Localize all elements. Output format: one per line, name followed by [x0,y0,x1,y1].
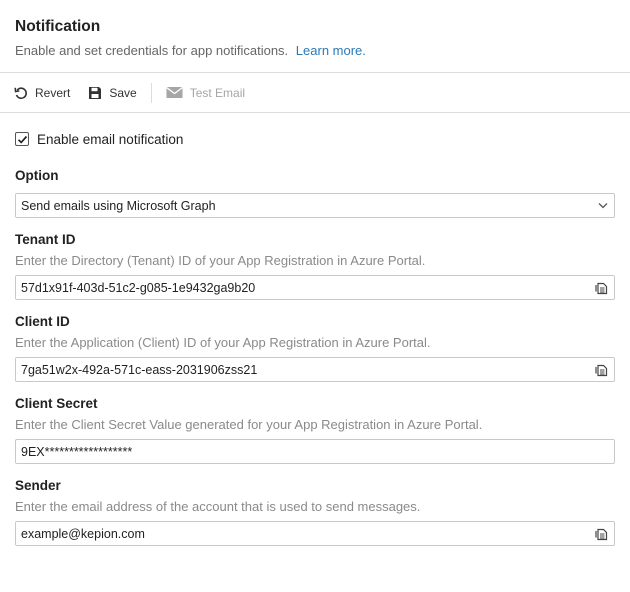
client-secret-value: 9EX****************** [21,444,133,459]
option-field: Option Send emails using Microsoft Graph [15,167,615,218]
revert-label: Revert [35,85,71,100]
save-button[interactable]: Save [88,85,137,100]
option-select[interactable]: Send emails using Microsoft Graph [15,193,615,218]
client-id-label: Client ID [15,314,70,329]
tenant-id-input[interactable]: 57d1x91f-403d-51c2-g085-1e9432ga9b20 [15,275,615,300]
page-title: Notification [15,18,101,35]
revert-button[interactable]: Revert [14,86,70,100]
copy-tenant-id-button[interactable] [594,281,608,295]
client-secret-description: Enter the Client Secret Value generated … [15,417,483,432]
option-label: Option [15,168,59,183]
copy-icon [595,282,608,294]
tenant-id-label: Tenant ID [15,232,76,247]
save-label: Save [109,85,137,100]
client-id-value: 7ga51w2x-492a-571c-eass-2031906zss21 [21,362,258,377]
client-secret-input[interactable]: 9EX****************** [15,439,615,464]
revert-icon [14,86,27,99]
learn-more-link[interactable]: Learn more. [296,43,366,58]
tenant-id-value: 57d1x91f-403d-51c2-g085-1e9432ga9b20 [21,280,256,295]
enable-email-label: Enable email notification [37,131,184,147]
enable-email-checkbox[interactable] [15,132,29,146]
page-subtitle: Enable and set credentials for app notif… [15,42,615,60]
client-secret-field: Client Secret Enter the Client Secret Va… [15,395,615,464]
save-icon [89,86,102,99]
client-secret-label: Client Secret [15,396,98,411]
copy-icon [595,528,608,540]
sender-value: example@kepion.com [21,526,145,541]
tenant-id-description: Enter the Directory (Tenant) ID of your … [15,253,426,268]
test-email-button[interactable]: Test Email [165,85,246,100]
page-header: Notification Enable and set credentials … [0,0,630,73]
sender-description: Enter the email address of the account t… [15,499,421,514]
client-id-input[interactable]: 7ga51w2x-492a-571c-eass-2031906zss21 [15,357,615,382]
sender-field: Sender Enter the email address of the ac… [15,477,615,546]
copy-client-id-button[interactable] [594,363,608,377]
toolbar: Revert Save Test Email [0,73,630,113]
tenant-id-field: Tenant ID Enter the Directory (Tenant) I… [15,231,615,300]
sender-input[interactable]: example@kepion.com [15,521,615,546]
checkmark-icon [17,135,27,144]
mail-icon [165,86,183,98]
chevron-down-icon [598,203,608,209]
client-id-description: Enter the Application (Client) ID of you… [15,335,431,350]
toolbar-separator [150,82,152,103]
enable-email-row: Enable email notification [15,127,615,151]
copy-sender-button[interactable] [594,527,608,541]
option-selected-value: Send emails using Microsoft Graph [21,198,216,213]
subtitle-text: Enable and set credentials for app notif… [15,43,289,58]
client-id-field: Client ID Enter the Application (Client)… [15,313,615,382]
copy-icon [595,364,608,376]
test-email-label: Test Email [189,85,246,100]
form: Enable email notification Option Send em… [0,127,630,546]
sender-label: Sender [15,478,61,493]
